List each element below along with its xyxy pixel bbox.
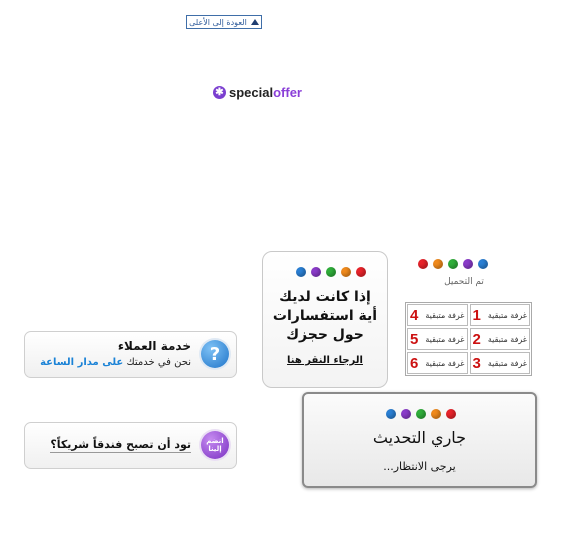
partner-hotel-title[interactable]: تود أن تصبح فندقاً شريكاً؟ bbox=[50, 438, 191, 453]
status-dot-icon bbox=[311, 267, 321, 277]
room-cell[interactable]: 6 غرفة متبقية bbox=[407, 352, 468, 374]
status-dot-icon bbox=[431, 409, 441, 419]
inquiry-click-here-link[interactable]: الرجاء النقر هنا bbox=[263, 355, 387, 366]
room-cell[interactable]: 4 غرفة متبقية bbox=[407, 304, 468, 326]
inquiry-line-3: حول حجزك bbox=[286, 327, 364, 343]
back-to-top-button[interactable]: العودة إلى الأعلى bbox=[186, 15, 262, 29]
status-dot-icon bbox=[433, 259, 443, 269]
room-label: غرفة متبقية bbox=[425, 358, 465, 368]
room-label: غرفة متبقية bbox=[487, 358, 527, 368]
customer-service-title: خدمة العملاء bbox=[117, 339, 191, 353]
status-dot-icon bbox=[478, 259, 488, 269]
loaded-label: تم التحميل bbox=[444, 277, 484, 287]
room-cell[interactable]: 2 غرفة متبقية bbox=[469, 328, 530, 350]
room-count: 5 bbox=[410, 330, 419, 348]
room-count: 6 bbox=[410, 354, 419, 372]
room-label: غرفة متبقية bbox=[425, 334, 465, 344]
room-cell[interactable]: 1 غرفة متبقية bbox=[469, 304, 530, 326]
customer-service-text-highlight: على مدار الساعة bbox=[40, 357, 124, 368]
loading-title: جاري التحديث bbox=[372, 428, 467, 447]
room-label: غرفة متبقية bbox=[487, 310, 527, 320]
room-count: 1 bbox=[472, 306, 481, 324]
rooms-left-grid: 4 غرفة متبقية 1 غرفة متبقية 5 غرفة متبقية 2 غرف… bbox=[405, 302, 532, 376]
room-label: غرفة متبقية bbox=[487, 334, 527, 344]
loading-box: جاري التحديث يرجى الانتظار... bbox=[302, 392, 537, 488]
inquiry-box: إذا كانت لديك أية استفسارات حول حجزك الر… bbox=[262, 251, 388, 388]
inquiry-text: إذا كانت لديك أية استفسارات حول حجزك bbox=[263, 288, 387, 345]
room-label: غرفة متبقية bbox=[425, 310, 465, 320]
room-cell[interactable]: 3 غرفة متبقية bbox=[469, 352, 530, 374]
back-to-top-label: العودة إلى الأعلى bbox=[189, 17, 247, 27]
special-offer-logo[interactable]: ✱ special offer bbox=[213, 85, 302, 100]
status-dot-icon bbox=[386, 409, 396, 419]
status-dot-icon bbox=[401, 409, 411, 419]
customer-service-box[interactable]: ? خدمة العملاء نحن في خدمتك على مدار الس… bbox=[24, 331, 237, 378]
special-offer-word1: special bbox=[229, 85, 274, 100]
arrow-up-icon bbox=[250, 19, 259, 25]
join-us-badge-icon: انضم إلينا bbox=[201, 431, 229, 459]
star-icon: ✱ bbox=[213, 86, 226, 99]
status-dot-icon bbox=[326, 267, 336, 277]
customer-service-text-prefix: نحن في خدمتك bbox=[126, 357, 191, 368]
customer-service-text: نحن في خدمتك على مدار الساعة bbox=[40, 357, 191, 368]
special-offer-word2: offer bbox=[273, 85, 302, 100]
inquiry-line-1: إذا كانت لديك bbox=[279, 289, 371, 305]
partner-hotel-box[interactable]: انضم إلينا تود أن تصبح فندقاً شريكاً؟ bbox=[24, 422, 237, 469]
loaded-dots bbox=[418, 259, 488, 269]
room-count: 2 bbox=[472, 330, 481, 348]
status-dot-icon bbox=[341, 267, 351, 277]
room-count: 4 bbox=[410, 306, 419, 324]
status-dot-icon bbox=[418, 259, 428, 269]
loading-dots bbox=[386, 409, 456, 419]
inquiry-dots bbox=[296, 267, 366, 277]
status-dot-icon bbox=[356, 267, 366, 277]
status-dot-icon bbox=[463, 259, 473, 269]
question-icon: ? bbox=[201, 340, 229, 368]
room-cell[interactable]: 5 غرفة متبقية bbox=[407, 328, 468, 350]
inquiry-line-2: أية استفسارات bbox=[272, 308, 378, 324]
room-count: 3 bbox=[472, 354, 481, 372]
status-dot-icon bbox=[296, 267, 306, 277]
status-dot-icon bbox=[416, 409, 426, 419]
status-dot-icon bbox=[446, 409, 456, 419]
status-dot-icon bbox=[448, 259, 458, 269]
loading-subtitle: يرجى الانتظار... bbox=[383, 460, 456, 473]
